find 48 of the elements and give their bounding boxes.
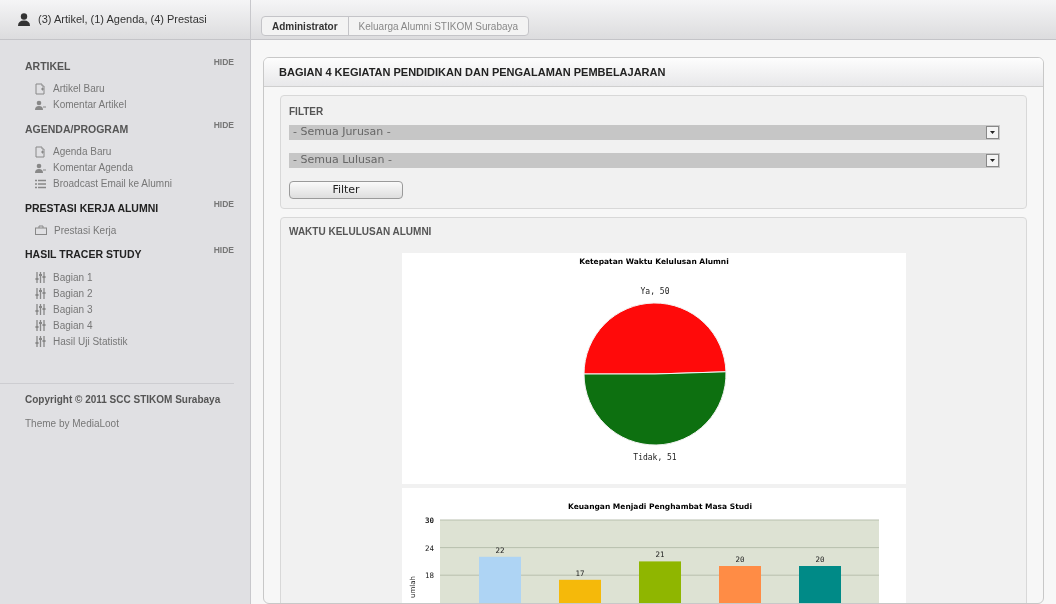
hide-link[interactable]: HIDE — [213, 118, 234, 132]
filter-title: FILTER — [289, 105, 325, 119]
notification-summary: (3) Artikel, (1) Agenda, (4) Prestasi — [38, 12, 207, 28]
briefcase-icon — [35, 225, 47, 236]
section-heading: HASIL TRACER STUDY — [25, 247, 142, 263]
slice-label: Ya, 50 — [640, 287, 669, 296]
panel-title: BAGIAN 4 KEGIATAN PENDIDIKAN DAN PENGALAMAN PEMBELAJARAN — [279, 64, 666, 80]
slice-label: Tidak, 51 — [632, 453, 677, 462]
filter-button[interactable]: Filter — [289, 181, 403, 199]
sliders-icon — [35, 303, 46, 315]
sidebar-link[interactable]: Artikel Baru — [53, 81, 105, 97]
section-heading: AGENDA/PROGRAM — [25, 121, 129, 137]
section-heading: ARTIKEL — [25, 59, 71, 74]
sidebar-link[interactable]: Komentar Agenda — [53, 160, 134, 175]
new-document-icon — [35, 82, 46, 95]
hide-link[interactable]: HIDE — [213, 197, 234, 211]
sidebar-link[interactable]: Broadcast Email ke Alumni — [53, 176, 172, 191]
new-document-icon — [35, 145, 46, 158]
users-icon — [35, 99, 46, 110]
section-title: WAKTU KELULUSAN ALUMNI — [289, 225, 433, 239]
bar — [638, 561, 681, 603]
sidebar-link[interactable]: Prestasi Kerja — [54, 222, 117, 238]
hide-link[interactable]: HIDE — [213, 56, 234, 69]
sidebar-link[interactable]: Bagian 4 — [53, 317, 93, 333]
list-icon — [35, 178, 46, 189]
sidebar-link[interactable]: Hasil Uji Statistik — [53, 333, 128, 349]
sidebar-link[interactable]: Bagian 2 — [53, 285, 93, 301]
users-icon — [35, 162, 46, 173]
sliders-icon — [35, 319, 46, 331]
sliders-icon — [35, 287, 46, 299]
sidebar-link[interactable]: Bagian 1 — [53, 269, 93, 285]
bar — [478, 556, 521, 603]
dropdown-select[interactable]: - Semua Lulusan - — [289, 153, 1000, 168]
theme-credit: Theme by MediaLoot — [25, 417, 120, 431]
user-icon — [18, 13, 30, 26]
bar — [798, 566, 841, 603]
sidebar-link[interactable]: Bagian 3 — [53, 301, 93, 317]
hide-link[interactable]: HIDE — [213, 244, 234, 257]
breadcrumb-link[interactable]: Keluarga Alumni STIKOM Surabaya — [348, 17, 529, 35]
bar — [718, 566, 761, 603]
dropdown-select[interactable]: - Semua Jurusan - — [289, 125, 1000, 140]
sidebar-link[interactable]: Komentar Artikel — [53, 97, 127, 113]
section-heading: PRESTASI KERJA ALUMNI — [25, 200, 159, 216]
copyright-text: Copyright © 2011 SCC STIKOM Surabaya — [25, 393, 222, 407]
sidebar-link[interactable]: Agenda Baru — [53, 144, 112, 159]
sliders-icon — [35, 271, 46, 283]
breadcrumb-link[interactable]: Administrator — [262, 17, 349, 35]
sliders-icon — [35, 335, 46, 347]
